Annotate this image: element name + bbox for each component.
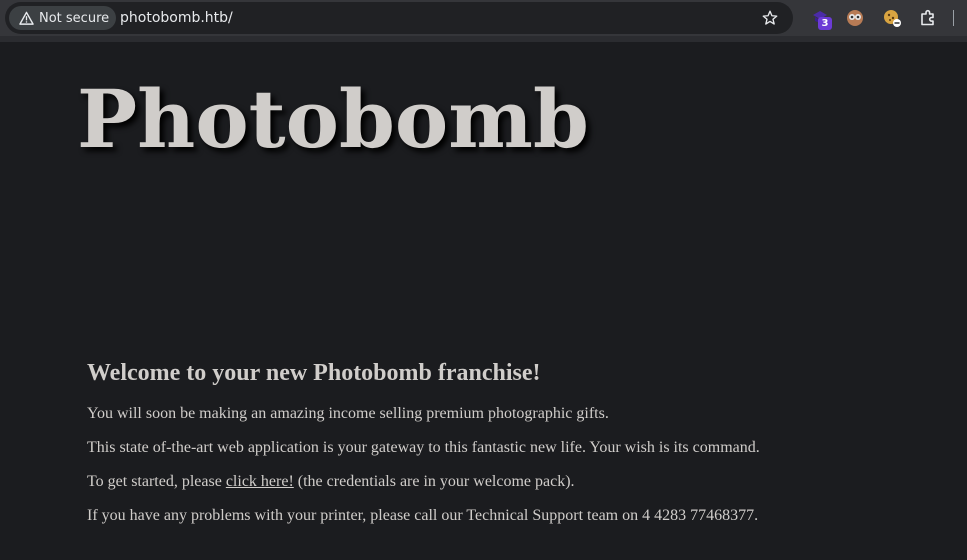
warning-icon bbox=[19, 11, 34, 25]
browser-toolbar: Not secure photobomb.htb/ 3 bbox=[0, 0, 967, 36]
address-bar[interactable]: Not secure photobomb.htb/ bbox=[5, 2, 793, 34]
toolbar-border bbox=[0, 36, 967, 42]
paragraph-income: You will soon be making an amazing incom… bbox=[87, 405, 609, 422]
toolbar-divider bbox=[953, 10, 954, 26]
extension-badge: 3 bbox=[818, 17, 832, 30]
paragraph-gateway: This state of-the-art web application is… bbox=[87, 439, 760, 456]
paragraph-support: If you have any problems with your print… bbox=[87, 507, 759, 524]
main-content: Welcome to your new Photobomb franchise!… bbox=[87, 358, 947, 541]
credentials-note: (the credentials are in your welcome pac… bbox=[293, 473, 575, 490]
owl-extension-icon[interactable] bbox=[845, 8, 865, 28]
cookie-extension-icon[interactable] bbox=[882, 8, 902, 28]
puzzle-icon[interactable] bbox=[918, 8, 938, 28]
url-text[interactable]: photobomb.htb/ bbox=[120, 10, 233, 26]
site-title: Photobomb bbox=[77, 72, 589, 166]
star-icon[interactable] bbox=[761, 9, 779, 27]
security-chip[interactable]: Not secure bbox=[9, 6, 116, 30]
paragraph-get-started: To get started, please click here! (the … bbox=[87, 473, 947, 491]
click-here-link[interactable]: click here! bbox=[226, 473, 294, 490]
security-label: Not secure bbox=[39, 10, 110, 26]
get-started-text: To get started, please bbox=[87, 473, 226, 490]
welcome-heading: Welcome to your new Photobomb franchise! bbox=[87, 360, 541, 386]
